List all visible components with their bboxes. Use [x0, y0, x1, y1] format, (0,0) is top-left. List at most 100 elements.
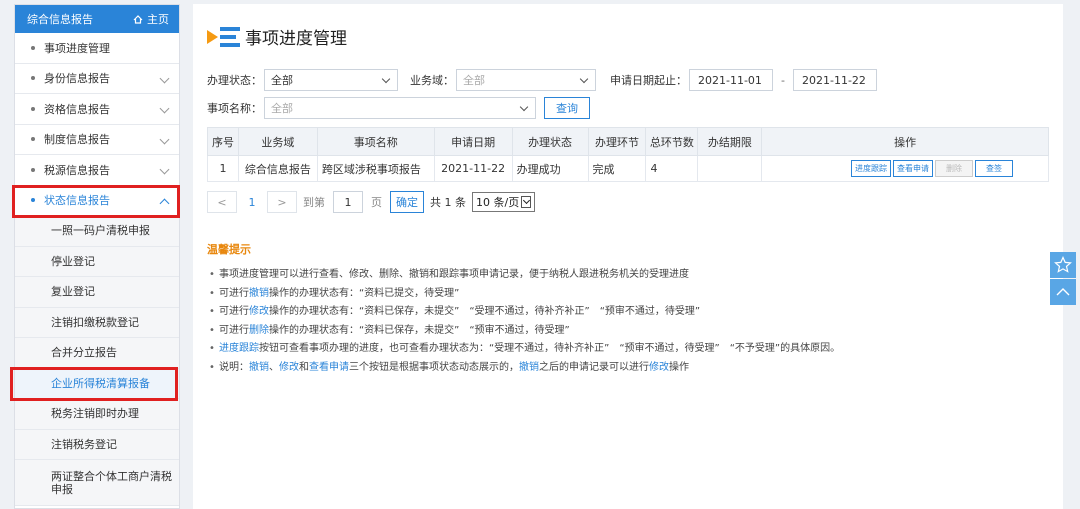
tip-link[interactable]: 修改 [249, 306, 269, 317]
tip-item: 说明：撤销、修改和查看申请三个按钮是根据事项状态动态展示的，撤销之后的申请记录可… [207, 359, 840, 378]
sidebar-item[interactable]: 资格信息报告 [15, 94, 179, 125]
sidebar-item[interactable]: 制度信息报告 [15, 124, 179, 155]
query-button[interactable]: 查询 [544, 97, 590, 119]
current-page[interactable]: 1 [240, 196, 264, 209]
table-row: 1 综合信息报告 跨区域涉税事项报告 2021-11-22 办理成功 完成 4 进度跟踪 查看申… [207, 155, 1049, 182]
item-name-select-value: 全部 [271, 102, 293, 115]
status-select[interactable]: 全部 [264, 69, 398, 91]
goto-confirm-button[interactable]: 确定 [390, 191, 424, 213]
cell-status: 办理成功 [511, 155, 589, 182]
sidebar-item-label: 资格信息报告 [44, 102, 110, 116]
chevron-down-icon [579, 74, 589, 83]
list-title-icon [207, 25, 243, 49]
pagination: < 1 > 到第 1 页 确定 共 1 条 10 条/页 [207, 191, 536, 213]
favorite-button[interactable] [1050, 252, 1076, 278]
sidebar-item[interactable]: 状态信息报告 [15, 185, 179, 216]
column-header: 申请日期 [433, 127, 513, 156]
tip-text: 可进行 [219, 324, 249, 336]
page-size-select[interactable]: 10 条/页 [472, 192, 536, 212]
sidebar-subitem-label: 注销扣缴税款登记 [51, 315, 139, 329]
bullet-dot [31, 76, 35, 81]
sidebar-subitem[interactable]: 税务注销即时办理 [15, 399, 179, 430]
bullet-dot [31, 198, 35, 203]
item-name-select[interactable]: 全部 [264, 97, 536, 119]
sidebar-item[interactable]: 税源信息报告 [15, 155, 179, 186]
chevron-up-icon [159, 198, 170, 208]
page-unit: 页 [371, 196, 382, 209]
sidebar-item[interactable]: 事项进度管理 [15, 33, 179, 64]
column-header: 办理环节 [587, 127, 647, 156]
home-link[interactable]: 主页 [133, 11, 169, 27]
tips-title: 温馨提示 [207, 243, 251, 256]
cell-domain: 综合信息报告 [237, 155, 318, 182]
date-to-input[interactable]: 2021-11-22 [792, 69, 877, 91]
next-page-button[interactable]: > [267, 191, 297, 213]
chevron-down-icon [159, 134, 170, 144]
tip-link[interactable]: 修改 [279, 362, 299, 373]
sidebar-subitem[interactable]: 停业登记 [15, 246, 179, 277]
total-count: 共 1 条 [430, 196, 466, 209]
chevron-down-icon [521, 196, 532, 208]
page-title-text: 事项进度管理 [245, 29, 347, 49]
cell-actions: 进度跟踪 查看申请 删除 查签 [761, 155, 1049, 182]
tip-text: 和 [299, 361, 309, 373]
bullet-dot [31, 137, 35, 142]
column-header: 业务域 [237, 127, 318, 156]
chevron-down-icon [519, 102, 529, 111]
sidebar-header: 综合信息报告 主页 [15, 5, 179, 33]
sidebar-item[interactable]: 身份信息报告 [15, 63, 179, 94]
column-header: 办结期限 [697, 127, 763, 156]
tip-link[interactable]: 撤销 [519, 362, 539, 373]
sidebar-item-label: 身份信息报告 [44, 72, 110, 86]
chevron-down-icon [159, 103, 170, 114]
home-label: 主页 [147, 13, 169, 26]
domain-label: 业务域： [410, 74, 454, 87]
tip-link[interactable]: 撤销 [249, 362, 269, 373]
sidebar-item-label: 制度信息报告 [44, 133, 110, 147]
sidebar-subitem-label: 企业所得税清算报备 [51, 376, 150, 390]
tip-text: 说明： [219, 361, 249, 373]
sidebar-item-label: 事项进度管理 [44, 41, 110, 55]
tip-item: 可进行修改操作的办理状态有：“资料已保存，未提交” “受理不通过，待补齐补正” … [207, 303, 840, 322]
sidebar-subitem[interactable]: 注销扣缴税款登记 [15, 307, 179, 338]
chevron-down-icon [159, 73, 170, 83]
sidebar-subitem[interactable]: 一照一码户清税申报 [15, 216, 179, 247]
sidebar-subitem-label: 复业登记 [51, 285, 95, 299]
cell-name: 跨区域涉税事项报告 [316, 155, 435, 182]
check-sign-button[interactable]: 查签 [975, 160, 1013, 177]
sidebar-subitem-label: 两证整合个体工商户清税申报 [51, 469, 172, 496]
tip-link[interactable]: 修改 [649, 362, 669, 373]
tip-link[interactable]: 删除 [249, 325, 269, 336]
sidebar-subitem[interactable]: 复业登记 [15, 277, 179, 308]
date-from-input[interactable]: 2021-11-01 [689, 69, 773, 91]
track-progress-button[interactable]: 进度跟踪 [851, 160, 891, 177]
domain-select[interactable]: 全部 [456, 69, 596, 91]
column-header: 操作 [761, 127, 1049, 156]
sidebar-subitem[interactable]: 两证整合个体工商户清税申报 [15, 460, 179, 506]
tip-text: 操作 [669, 361, 689, 373]
cell-stage: 完成 [587, 155, 647, 182]
tip-item: 事项进度管理可以进行查看、修改、删除、撤销和跟踪事项申请记录，便于纳税人跟进税务… [207, 266, 840, 285]
goto-page-input[interactable]: 1 [333, 191, 363, 213]
item-name-label: 事项名称： [207, 102, 262, 115]
sidebar-subitem[interactable]: 合并分立报告 [15, 338, 179, 369]
cell-deadline [697, 155, 763, 182]
tip-text: 可进行 [219, 287, 249, 299]
tip-item: 可进行撤销操作的办理状态有：“资料已提交，待受理” [207, 285, 840, 304]
sidebar-subitem[interactable]: 注销税务登记 [15, 429, 179, 460]
tip-link[interactable]: 撤销 [249, 288, 269, 299]
sidebar: 综合信息报告 主页 事项进度管理 身份信息报告 资格信息报告 制度信息报告税源信息报告… [14, 4, 180, 509]
view-application-button[interactable]: 查看申请 [893, 160, 933, 177]
chevron-down-icon [159, 164, 170, 175]
sidebar-subitem[interactable]: 企业所得税清算报备 [15, 368, 179, 399]
tip-link[interactable]: 查看申请 [309, 362, 349, 373]
column-header: 总环节数 [645, 127, 699, 156]
back-to-top-button[interactable] [1050, 279, 1076, 305]
tip-link[interactable]: 进度跟踪 [219, 343, 259, 354]
tip-text: 操作的办理状态有：“资料已保存，未提交” “受理不通过，待补齐补正” “预审不通… [269, 306, 701, 317]
star-icon [1054, 256, 1072, 273]
home-icon [133, 14, 143, 24]
prev-page-button[interactable]: < [207, 191, 237, 213]
page-title: 事项进度管理 [207, 24, 347, 49]
tip-text: 可进行 [219, 306, 249, 317]
